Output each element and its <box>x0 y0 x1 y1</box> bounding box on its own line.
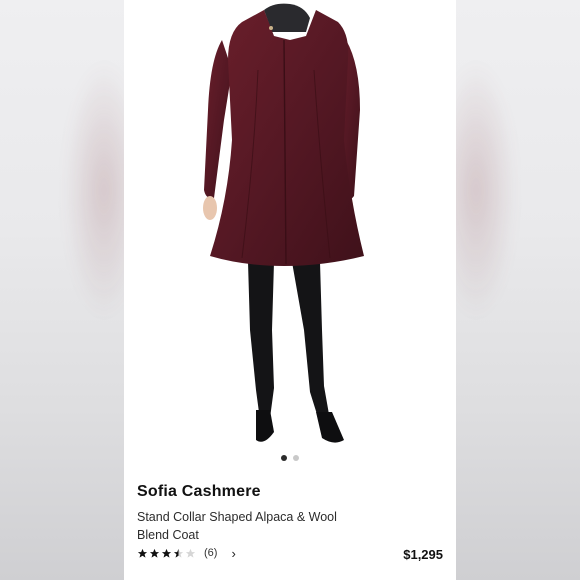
background-blur-left <box>0 0 144 580</box>
product-image[interactable] <box>124 0 456 448</box>
carousel-dot-2[interactable] <box>293 455 299 461</box>
carousel-indicator[interactable] <box>124 455 456 461</box>
product-title[interactable]: Stand Collar Shaped Alpaca & Wool Blend … <box>137 508 367 544</box>
rating-row[interactable]: (6) › <box>137 547 236 560</box>
star-empty-icon <box>185 548 196 558</box>
star-half-icon <box>173 548 184 558</box>
price: $1,295 <box>403 547 443 562</box>
review-count[interactable]: (6) <box>204 547 217 559</box>
brand-name[interactable]: Sofia Cashmere <box>137 483 261 501</box>
carousel-dot-1[interactable] <box>281 455 287 461</box>
coat-illustration <box>203 3 364 443</box>
star-rating <box>137 548 196 559</box>
star-full-icon <box>137 548 148 558</box>
star-full-icon <box>149 548 160 558</box>
background-blur-right <box>436 0 580 580</box>
star-full-icon <box>161 548 172 558</box>
chevron-right-icon[interactable]: › <box>231 547 235 560</box>
product-card[interactable]: Sofia Cashmere Stand Collar Shaped Alpac… <box>124 0 456 580</box>
